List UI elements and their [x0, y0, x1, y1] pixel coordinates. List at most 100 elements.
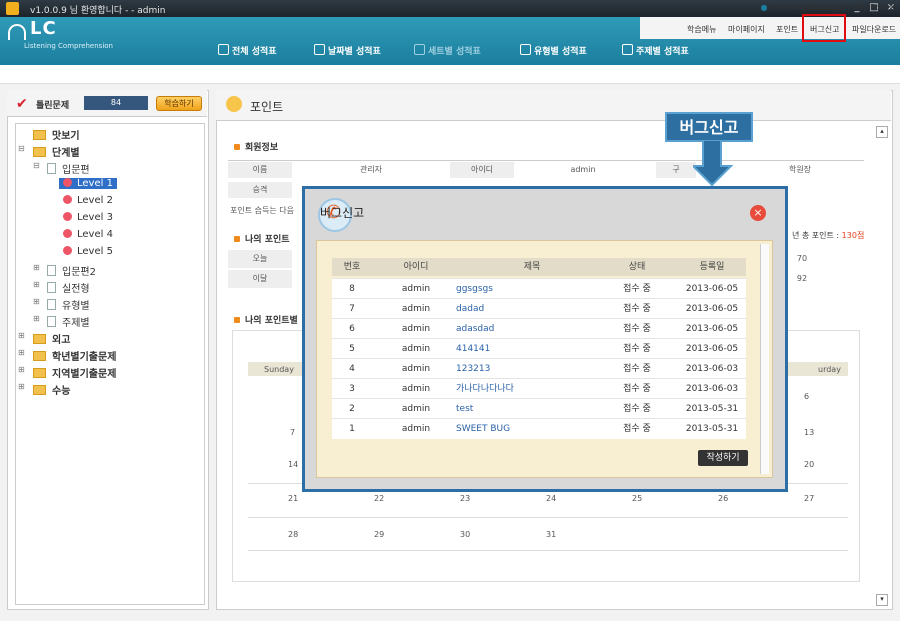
topnav-file-download[interactable]: 파일다운로드 [852, 24, 896, 38]
expand-icon[interactable]: ⊞ [18, 365, 25, 374]
row-date: 2013-05-31 [685, 404, 739, 414]
expand-icon[interactable]: ⊞ [18, 331, 25, 340]
tree-item-region-exams[interactable]: 지역별기출문제 [33, 365, 116, 380]
level-icon [63, 195, 72, 204]
member-grade-label: 승격 [228, 182, 292, 198]
calendar-date[interactable]: 27 [804, 494, 814, 503]
tree-item-level-2[interactable]: Level 2 [63, 195, 113, 206]
tree-item-steps[interactable]: 단계별 [33, 144, 80, 159]
col-header-title: 제목 [492, 258, 572, 276]
calendar-date[interactable]: 29 [374, 530, 384, 539]
calendar-date[interactable]: 24 [546, 494, 556, 503]
tree-item-taster[interactable]: 맛보기 [33, 127, 80, 142]
row-title-link[interactable]: 414141 [456, 339, 596, 359]
table-row[interactable]: 6 admin adasdad 접수 중 2013-06-05 [332, 318, 746, 339]
table-row[interactable]: 4 admin 123213 접수 중 2013-06-03 [332, 358, 746, 379]
row-status: 접수 중 [623, 424, 651, 434]
scroll-up-icon[interactable]: ▴ [876, 126, 888, 138]
row-title-link[interactable]: SWEET BUG [456, 419, 596, 439]
table-row[interactable]: 1 admin SWEET BUG 접수 중 2013-05-31 [332, 418, 746, 439]
row-id: admin [401, 344, 431, 354]
calendar-date[interactable]: 7 [290, 428, 295, 437]
row-id: admin [401, 304, 431, 314]
col-header-status: 상태 [612, 258, 662, 276]
calendar-date[interactable]: 13 [804, 428, 814, 437]
study-wrong-button[interactable]: 학습하기 [156, 96, 202, 111]
nav-overall-report[interactable]: 전체 성적표 [218, 44, 277, 57]
row-no: 1 [349, 424, 355, 434]
calendar-date[interactable]: 26 [718, 494, 728, 503]
row-id: admin [401, 404, 431, 414]
table-row[interactable]: 5 admin 414141 접수 중 2013-06-05 [332, 338, 746, 359]
calendar-date[interactable]: 31 [546, 530, 556, 539]
tree-item-level-5[interactable]: Level 5 [63, 246, 113, 257]
calendar-date[interactable]: 23 [460, 494, 470, 503]
expand-icon[interactable]: ⊞ [33, 314, 40, 323]
write-bug-button[interactable]: 작성하기 [698, 450, 748, 466]
tree-item-suneung[interactable]: 수능 [33, 382, 70, 397]
row-status: 접수 중 [623, 304, 651, 314]
topnav-points[interactable]: 포인트 [776, 24, 798, 38]
calendar-date[interactable]: 25 [632, 494, 642, 503]
logo-tagline: Listening Comprehension [24, 42, 113, 50]
calendar-date[interactable]: 21 [288, 494, 298, 503]
row-title-link[interactable]: adasdad [456, 319, 596, 339]
calendar-date[interactable]: 30 [460, 530, 470, 539]
table-row[interactable]: 8 admin ggsgsgs 접수 중 2013-06-05 [332, 278, 746, 299]
row-title-link[interactable]: 가나다나다나다 [456, 379, 596, 399]
row-status: 접수 중 [623, 324, 651, 334]
bug-report-callout: 버그신고 [665, 112, 753, 142]
table-row[interactable]: 2 admin test 접수 중 2013-05-31 [332, 398, 746, 419]
row-id: admin [401, 384, 431, 394]
tree-item-level-1[interactable]: Level 1 [59, 178, 117, 189]
member-id-value: admin [570, 165, 596, 174]
row-date: 2013-06-05 [685, 324, 739, 334]
calendar-date[interactable]: 22 [374, 494, 384, 503]
tree-item-foreign-school[interactable]: 외고 [33, 331, 70, 346]
level-icon [63, 246, 72, 255]
collapse-icon[interactable]: ⊟ [33, 161, 40, 170]
dialog-scrollbar[interactable] [760, 244, 769, 474]
coin-icon [226, 96, 242, 112]
expand-icon[interactable]: ⊞ [33, 297, 40, 306]
callout-arrow-icon [693, 140, 733, 186]
expand-icon[interactable]: ⊞ [33, 280, 40, 289]
scroll-down-icon[interactable]: ▾ [876, 594, 888, 606]
tree-item-intro[interactable]: 입문편 [47, 161, 90, 176]
calendar-date[interactable]: 14 [288, 460, 298, 469]
calendar-day-saturday: urday [818, 365, 841, 374]
row-title-link[interactable]: dadad [456, 299, 596, 319]
calendar-date[interactable]: 6 [804, 392, 809, 401]
nav-set-report[interactable]: 세트별 성적표 [414, 44, 481, 57]
row-title-link[interactable]: test [456, 399, 596, 419]
row-status: 접수 중 [623, 364, 651, 374]
row-id: admin [401, 364, 431, 374]
calendar-date[interactable]: 28 [288, 530, 298, 539]
level-icon [63, 212, 72, 221]
tree-item-level-4[interactable]: Level 4 [63, 229, 113, 240]
topnav-my-page[interactable]: 마이페이지 [728, 24, 765, 38]
tree-item-by-type[interactable]: 유형별 [47, 297, 90, 312]
tree-item-grade-exams[interactable]: 학년별기출문제 [33, 348, 116, 363]
expand-icon[interactable]: ⊞ [18, 348, 25, 357]
row-status: 접수 중 [623, 384, 651, 394]
nav-type-report[interactable]: 유형별 성적표 [520, 44, 587, 57]
dialog-close-icon[interactable]: × [750, 205, 766, 221]
logo-text: LC [30, 18, 57, 39]
row-title-link[interactable]: ggsgsgs [456, 279, 596, 299]
nav-topic-report[interactable]: 주제별 성적표 [622, 44, 689, 57]
table-row[interactable]: 3 admin 가나다나다나다 접수 중 2013-06-03 [332, 378, 746, 399]
row-title-link[interactable]: 123213 [456, 359, 596, 379]
expand-icon[interactable]: ⊞ [33, 263, 40, 272]
calendar-divider [248, 550, 848, 551]
collapse-icon[interactable]: ⊟ [18, 144, 25, 153]
nav-date-report[interactable]: 날짜별 성적표 [314, 44, 381, 57]
expand-icon[interactable]: ⊞ [18, 382, 25, 391]
tree-item-level-3[interactable]: Level 3 [63, 212, 113, 223]
tree-item-practical[interactable]: 실전형 [47, 280, 90, 295]
topnav-learning-menu[interactable]: 학습메뉴 [687, 24, 716, 38]
table-row[interactable]: 7 admin dadad 접수 중 2013-06-05 [332, 298, 746, 319]
tree-item-by-topic[interactable]: 주제별 [47, 314, 90, 329]
calendar-date[interactable]: 20 [804, 460, 814, 469]
tree-item-intro-2[interactable]: 입문편2 [47, 263, 96, 278]
